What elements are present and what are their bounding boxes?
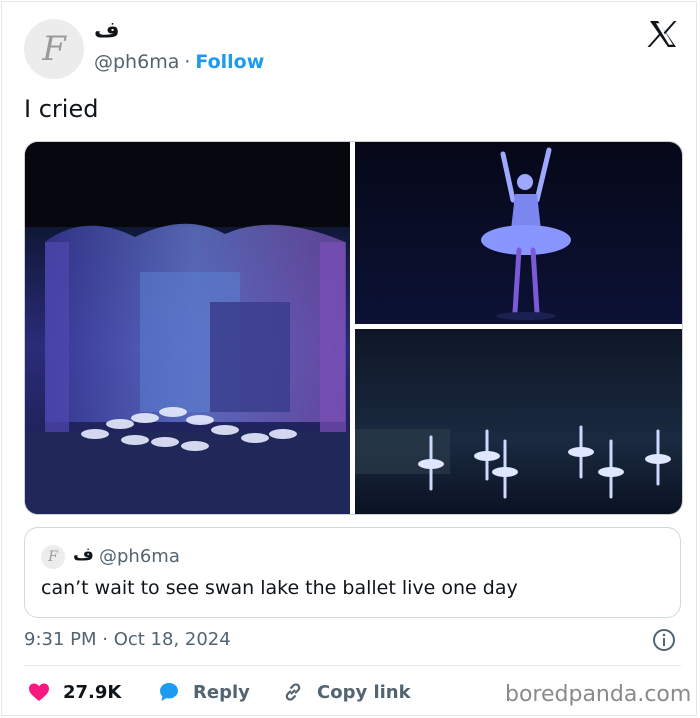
divider (24, 665, 681, 666)
handle[interactable]: @ph6ma (94, 51, 179, 73)
timestamp[interactable]: 9:31 PM · Oct 18, 2024 (24, 629, 231, 650)
heart-icon (29, 683, 49, 701)
tweet-text: I cried (24, 95, 99, 123)
ballet-corps-stage-photo[interactable] (25, 142, 350, 514)
tweet-card: F ف @ph6ma · Follow I cried F ف @ph6ma c… (1, 1, 697, 716)
quoted-tweet[interactable]: F ف @ph6ma can’t wait to see swan lake t… (24, 527, 681, 618)
copy-link-button[interactable]: Copy link (281, 680, 411, 704)
reply-button[interactable]: Reply (157, 680, 250, 704)
quoted-text: can’t wait to see swan lake the ballet l… (41, 577, 518, 599)
info-icon[interactable] (652, 628, 676, 652)
follow-button[interactable]: Follow (195, 51, 264, 73)
like-count: 27.9K (63, 681, 122, 703)
watermark: boredpanda.com (505, 682, 692, 707)
x-logo-icon[interactable] (647, 18, 679, 50)
quoted-handle: @ph6ma (99, 546, 180, 567)
like-button[interactable]: 27.9K (27, 680, 121, 704)
quoted-display-name: ف (73, 544, 94, 565)
reply-label: Reply (193, 681, 250, 703)
quoted-avatar: F (41, 545, 65, 569)
display-name[interactable]: ف (94, 18, 120, 43)
avatar-letter: F (42, 29, 66, 69)
ballet-line-photo[interactable] (355, 329, 682, 514)
link-icon (285, 683, 301, 701)
ballet-soloist-photo[interactable] (355, 142, 682, 324)
separator-dot: · (184, 51, 191, 73)
copy-link-label: Copy link (317, 681, 411, 703)
reply-bubble-icon (160, 683, 178, 701)
avatar[interactable]: F (24, 19, 84, 79)
quoted-avatar-letter: F (48, 549, 58, 565)
media-grid (24, 141, 683, 515)
handle-row: @ph6ma · Follow (94, 51, 264, 73)
